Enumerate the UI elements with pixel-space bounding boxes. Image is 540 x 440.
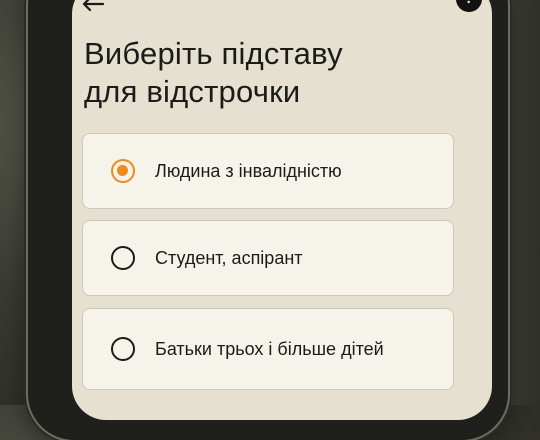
- back-button[interactable]: [80, 0, 106, 14]
- radio-selected[interactable]: [111, 159, 135, 183]
- option-label: Батьки трьох і більше дітей: [155, 339, 384, 359]
- help-button[interactable]: ?: [456, 0, 482, 12]
- option-label: Людина з інвалідністю: [155, 161, 342, 181]
- page-title: Виберіть підставу для відстрочки: [84, 35, 464, 111]
- option-student[interactable]: Студент, аспірант: [82, 220, 454, 296]
- radio-unselected[interactable]: [111, 337, 135, 361]
- page-title-line-1: Виберіть підставу: [84, 36, 343, 71]
- help-icon: ?: [464, 0, 474, 8]
- option-parents[interactable]: Батьки трьох і більше дітей: [82, 308, 454, 390]
- radio-unselected[interactable]: [111, 246, 135, 270]
- option-disability[interactable]: Людина з інвалідністю: [82, 133, 454, 209]
- option-label: Студент, аспірант: [155, 248, 303, 268]
- top-bar: ?: [72, 0, 492, 20]
- arrow-left-icon: [82, 0, 105, 12]
- app-screen: ? Виберіть підставу для відстрочки Людин…: [72, 0, 492, 420]
- page-title-line-2: для відстрочки: [84, 74, 301, 109]
